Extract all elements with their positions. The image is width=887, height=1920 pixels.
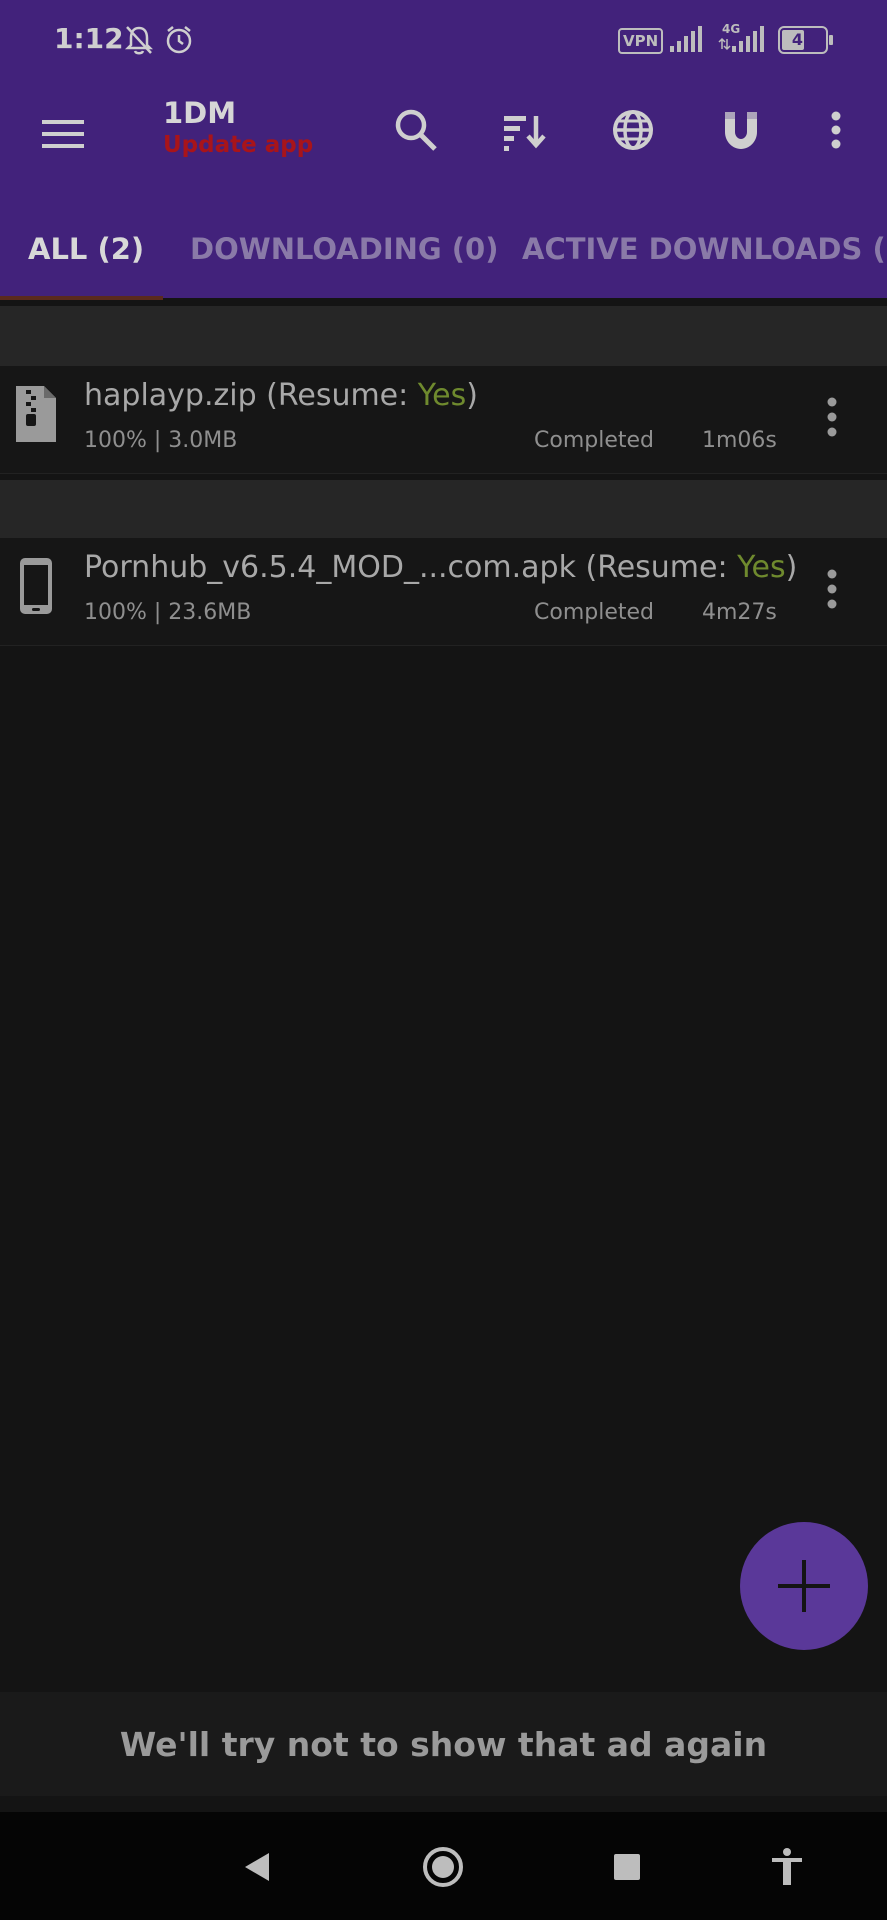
- sort-icon[interactable]: [496, 102, 552, 158]
- download-name-text: haplayp.zip: [84, 378, 257, 413]
- tab-active-downloads[interactable]: ACTIVE DOWNLOADS (0): [522, 232, 887, 266]
- magnet-icon[interactable]: [713, 102, 769, 158]
- plus-icon: [778, 1560, 830, 1612]
- resume-value: Yes: [417, 378, 467, 413]
- browser-globe-icon[interactable]: [605, 102, 661, 158]
- alarm-icon: [164, 24, 194, 60]
- resume-prefix: (Resume:: [575, 550, 738, 585]
- download-file-name: Pornhub_v6.5.4_MOD_...com.apk (Resume: Y…: [84, 550, 797, 585]
- recents-icon[interactable]: [602, 1842, 652, 1892]
- add-download-button[interactable]: [740, 1522, 868, 1650]
- status-bar: 1:12 VPN 4G 41: [0, 0, 887, 84]
- list-section-gap: [0, 306, 887, 366]
- vpn-icon: VPN: [618, 28, 664, 54]
- tab-indicator: [0, 296, 163, 300]
- more-vert-icon[interactable]: [808, 102, 864, 158]
- status-time: 1:12: [54, 22, 124, 55]
- signal-icon: [668, 26, 704, 58]
- list-section-gap: [0, 480, 887, 538]
- app-bar: 1DM Update app: [0, 84, 887, 214]
- search-icon[interactable]: [388, 102, 444, 158]
- item-more-icon[interactable]: [814, 392, 850, 442]
- bell-off-icon: [124, 24, 154, 60]
- zip-file-icon: [12, 384, 60, 444]
- download-duration: 4m27s: [702, 600, 777, 625]
- download-name-text: Pornhub_v6.5.4_MOD_...com.apk: [84, 550, 576, 585]
- ad-banner-text: We'll try not to show that ad again: [119, 1724, 768, 1764]
- app-title: 1DM: [163, 96, 237, 130]
- download-progress-size: 100% | 23.6MB: [84, 600, 252, 625]
- download-progress-size: 100% | 3.0MB: [84, 428, 238, 453]
- apk-phone-icon: [12, 556, 60, 616]
- menu-icon[interactable]: [38, 108, 90, 160]
- download-item[interactable]: Pornhub_v6.5.4_MOD_...com.apk (Resume: Y…: [0, 538, 887, 646]
- resume-suffix: ): [785, 550, 798, 585]
- title-block: 1DM Update app: [163, 96, 313, 158]
- download-status: Completed: [534, 428, 654, 453]
- system-nav-bar: [0, 1812, 887, 1920]
- battery-icon: 41: [778, 26, 834, 54]
- tab-bar: ALL (2) DOWNLOADING (0) ACTIVE DOWNLOADS…: [0, 214, 887, 300]
- resume-prefix: (Resume:: [256, 378, 418, 413]
- resume-suffix: ): [466, 378, 478, 413]
- accessibility-icon[interactable]: [762, 1842, 812, 1892]
- ad-banner: We'll try not to show that ad again: [0, 1692, 887, 1796]
- screen: 1:12 VPN 4G 41 1DM Update app ALL (2) DO…: [0, 0, 887, 1920]
- resume-value: Yes: [737, 550, 786, 585]
- battery-level: 41: [791, 30, 815, 49]
- download-item[interactable]: haplayp.zip (Resume: Yes) 100% | 3.0MB C…: [0, 366, 887, 474]
- tab-downloading[interactable]: DOWNLOADING (0): [190, 232, 498, 266]
- download-duration: 1m06s: [702, 428, 777, 453]
- back-icon[interactable]: [232, 1842, 282, 1892]
- download-status: Completed: [534, 600, 654, 625]
- download-file-name: haplayp.zip (Resume: Yes): [84, 378, 478, 413]
- tab-all[interactable]: ALL (2): [28, 232, 144, 266]
- home-icon[interactable]: [418, 1842, 468, 1892]
- item-more-icon[interactable]: [814, 564, 850, 614]
- update-app-link[interactable]: Update app: [163, 132, 313, 158]
